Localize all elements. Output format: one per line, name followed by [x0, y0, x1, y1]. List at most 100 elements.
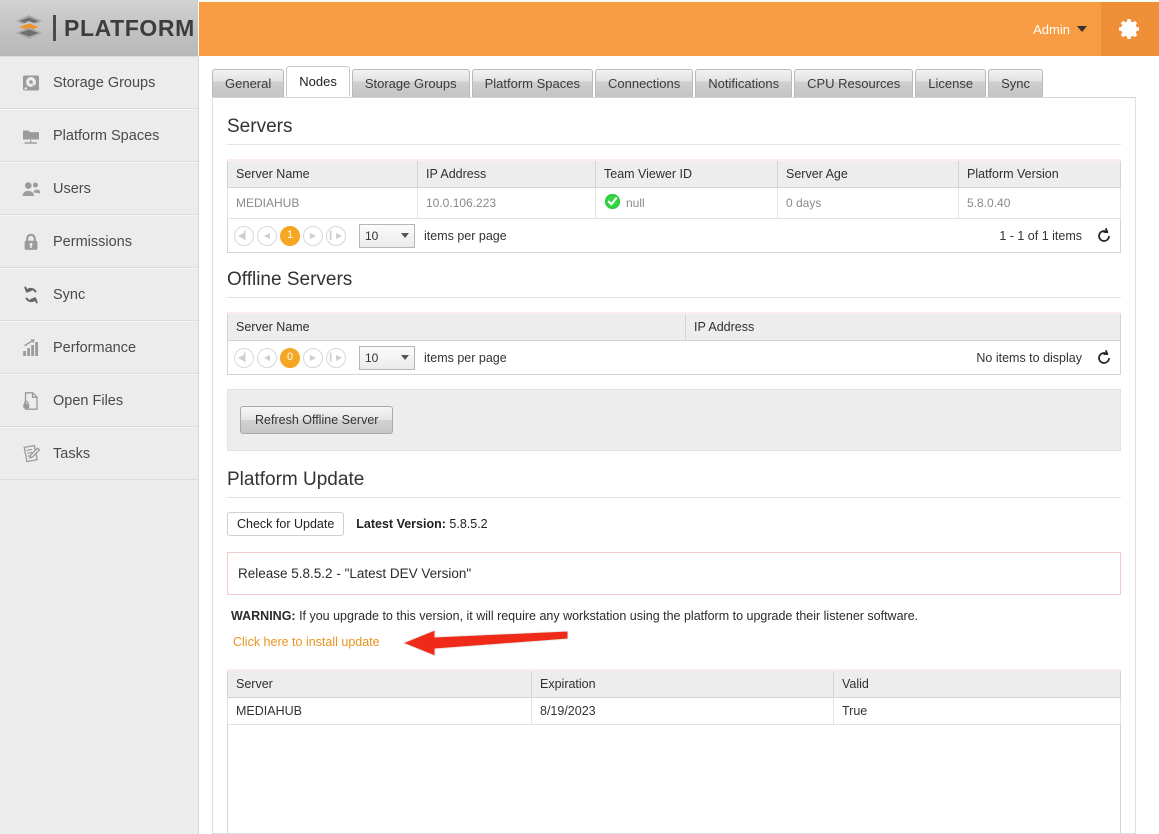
- cell-team-viewer-id-value: null: [626, 196, 645, 210]
- column-header-server-name[interactable]: Server Name: [227, 312, 686, 341]
- servers-section-title: Servers: [227, 116, 293, 137]
- column-header-valid[interactable]: Valid: [833, 669, 1121, 698]
- tab-panel-nodes: Servers Server Name IP Address Team View…: [212, 97, 1136, 834]
- page-number-button[interactable]: 0: [280, 347, 300, 368]
- platform-update-controls: Check for Update Latest Version: 5.8.5.2: [227, 512, 1121, 536]
- brand-logo-area[interactable]: PLATFORM: [0, 0, 199, 56]
- page-last-icon[interactable]: ▎▶: [326, 347, 346, 368]
- top-bar: PLATFORM Admin: [0, 0, 1159, 56]
- check-for-update-button[interactable]: Check for Update: [227, 512, 345, 536]
- tab-cpu-resources[interactable]: CPU Resources: [794, 69, 914, 97]
- column-header-server-age[interactable]: Server Age: [777, 159, 959, 188]
- tab-strip: General Nodes Storage Groups Platform Sp…: [212, 66, 1045, 97]
- application-window: PLATFORM Admin Storage Groups Platform S…: [0, 0, 1159, 834]
- refresh-icon[interactable]: [1096, 349, 1112, 366]
- offline-servers-section-title: Offline Servers: [227, 269, 353, 290]
- page-size-value: 10: [365, 228, 379, 243]
- cell-server: MEDIAHUB: [227, 697, 532, 725]
- cell-server-age: 0 days: [777, 187, 959, 219]
- folder-share-icon: [20, 125, 42, 147]
- section-divider: [227, 497, 1121, 498]
- tab-notifications[interactable]: Notifications: [695, 69, 793, 97]
- caret-down-icon: [1077, 26, 1087, 32]
- page-number-button[interactable]: 1: [280, 225, 300, 246]
- column-header-ip-address[interactable]: IP Address: [685, 312, 1121, 341]
- tab-license[interactable]: License: [915, 69, 987, 97]
- platform-update-section-title: Platform Update: [227, 469, 365, 490]
- sidebar-item-label: Storage Groups: [53, 74, 156, 91]
- column-header-server-name[interactable]: Server Name: [227, 159, 418, 188]
- sidebar-item-performance[interactable]: Performance: [0, 321, 198, 374]
- chevron-down-icon: [401, 233, 409, 238]
- table-header-row: Server Name IP Address: [227, 312, 1121, 341]
- tab-connections[interactable]: Connections: [594, 69, 694, 97]
- offline-servers-table: Server Name IP Address: [227, 312, 1121, 341]
- sidebar-item-tasks[interactable]: Tasks: [0, 427, 198, 480]
- admin-menu[interactable]: Admin: [1033, 22, 1101, 37]
- page-last-icon[interactable]: ▎▶: [326, 225, 346, 246]
- page-size-select[interactable]: 10: [359, 223, 415, 248]
- page-size-select[interactable]: 10: [359, 345, 415, 370]
- license-table-empty-area: [227, 725, 1121, 833]
- brand-name: PLATFORM: [64, 14, 195, 41]
- sidebar: Storage Groups Platform Spaces Users Per…: [0, 56, 199, 834]
- page-prev-icon[interactable]: ◀: [257, 225, 277, 246]
- users-icon: [20, 178, 42, 200]
- sidebar-item-label: Platform Spaces: [53, 127, 160, 144]
- table-row[interactable]: MEDIAHUB 10.0.106.223 null 0 days 5.8.0.…: [227, 187, 1121, 219]
- sidebar-item-platform-spaces[interactable]: Platform Spaces: [0, 109, 198, 162]
- red-left-arrow-annotation-icon: [393, 628, 573, 658]
- sidebar-filler: [0, 480, 198, 834]
- note-pencil-icon: [20, 443, 42, 465]
- column-header-expiration[interactable]: Expiration: [531, 669, 834, 698]
- tab-nodes[interactable]: Nodes: [286, 66, 350, 97]
- tab-storage-groups[interactable]: Storage Groups: [351, 69, 470, 97]
- pager-info: 1 - 1 of 1 items: [999, 228, 1082, 243]
- column-header-ip-address[interactable]: IP Address: [417, 159, 596, 188]
- page-size-value: 10: [365, 350, 379, 365]
- sidebar-item-open-files[interactable]: Open Files: [0, 374, 198, 427]
- section-divider: [227, 144, 1121, 145]
- license-table-wrapper: Server Expiration Valid MEDIAHUB 8/19/20…: [227, 669, 1121, 833]
- sidebar-item-storage-groups[interactable]: Storage Groups: [0, 56, 198, 109]
- offline-server-action-bar: Refresh Offline Server: [227, 389, 1121, 451]
- cell-team-viewer-id: null: [595, 187, 778, 219]
- install-update-link[interactable]: Click here to install update: [233, 635, 380, 649]
- sidebar-item-label: Tasks: [53, 445, 91, 462]
- sidebar-item-label: Users: [53, 180, 91, 197]
- settings-button[interactable]: [1101, 0, 1159, 56]
- chevron-down-icon: [401, 355, 409, 360]
- admin-menu-label: Admin: [1033, 21, 1070, 37]
- warning-label: WARNING:: [231, 609, 296, 623]
- warning-text: If you upgrade to this version, it will …: [299, 609, 919, 623]
- page-first-icon[interactable]: ◀▎: [234, 347, 254, 368]
- latest-version-info: Latest Version: 5.8.5.2: [356, 517, 487, 531]
- lock-icon: [20, 231, 42, 253]
- sidebar-item-permissions[interactable]: Permissions: [0, 215, 198, 268]
- refresh-offline-server-button[interactable]: Refresh Offline Server: [240, 406, 394, 434]
- tab-general[interactable]: General: [212, 69, 285, 97]
- column-header-team-viewer-id[interactable]: Team Viewer ID: [595, 159, 778, 188]
- page-prev-icon[interactable]: ◀: [257, 347, 277, 368]
- table-header-row: Server Name IP Address Team Viewer ID Se…: [227, 159, 1121, 188]
- refresh-icon[interactable]: [1096, 227, 1112, 244]
- table-row[interactable]: MEDIAHUB 8/19/2023 True: [227, 697, 1121, 725]
- column-header-server[interactable]: Server: [227, 669, 532, 698]
- servers-pager: ◀▎ ◀ 1 ▶ ▎▶ 10 items per page 1 - 1 of 1…: [227, 219, 1121, 253]
- tab-sync[interactable]: Sync: [988, 69, 1043, 97]
- sidebar-item-label: Permissions: [53, 233, 132, 250]
- sidebar-item-users[interactable]: Users: [0, 162, 198, 215]
- cell-valid: True: [833, 697, 1121, 725]
- sync-arrows-icon: [20, 284, 42, 306]
- page-next-icon[interactable]: ▶: [303, 347, 323, 368]
- tab-platform-spaces[interactable]: Platform Spaces: [471, 69, 593, 97]
- items-per-page-label: items per page: [424, 228, 507, 243]
- column-header-platform-version[interactable]: Platform Version: [958, 159, 1121, 188]
- latest-version-value: 5.8.5.2: [449, 517, 488, 531]
- bar-chart-icon: [20, 337, 42, 359]
- brand-divider: [53, 15, 56, 41]
- sidebar-item-sync[interactable]: Sync: [0, 268, 198, 321]
- latest-version-label: Latest Version:: [356, 517, 446, 531]
- page-next-icon[interactable]: ▶: [303, 225, 323, 246]
- page-first-icon[interactable]: ◀▎: [234, 225, 254, 246]
